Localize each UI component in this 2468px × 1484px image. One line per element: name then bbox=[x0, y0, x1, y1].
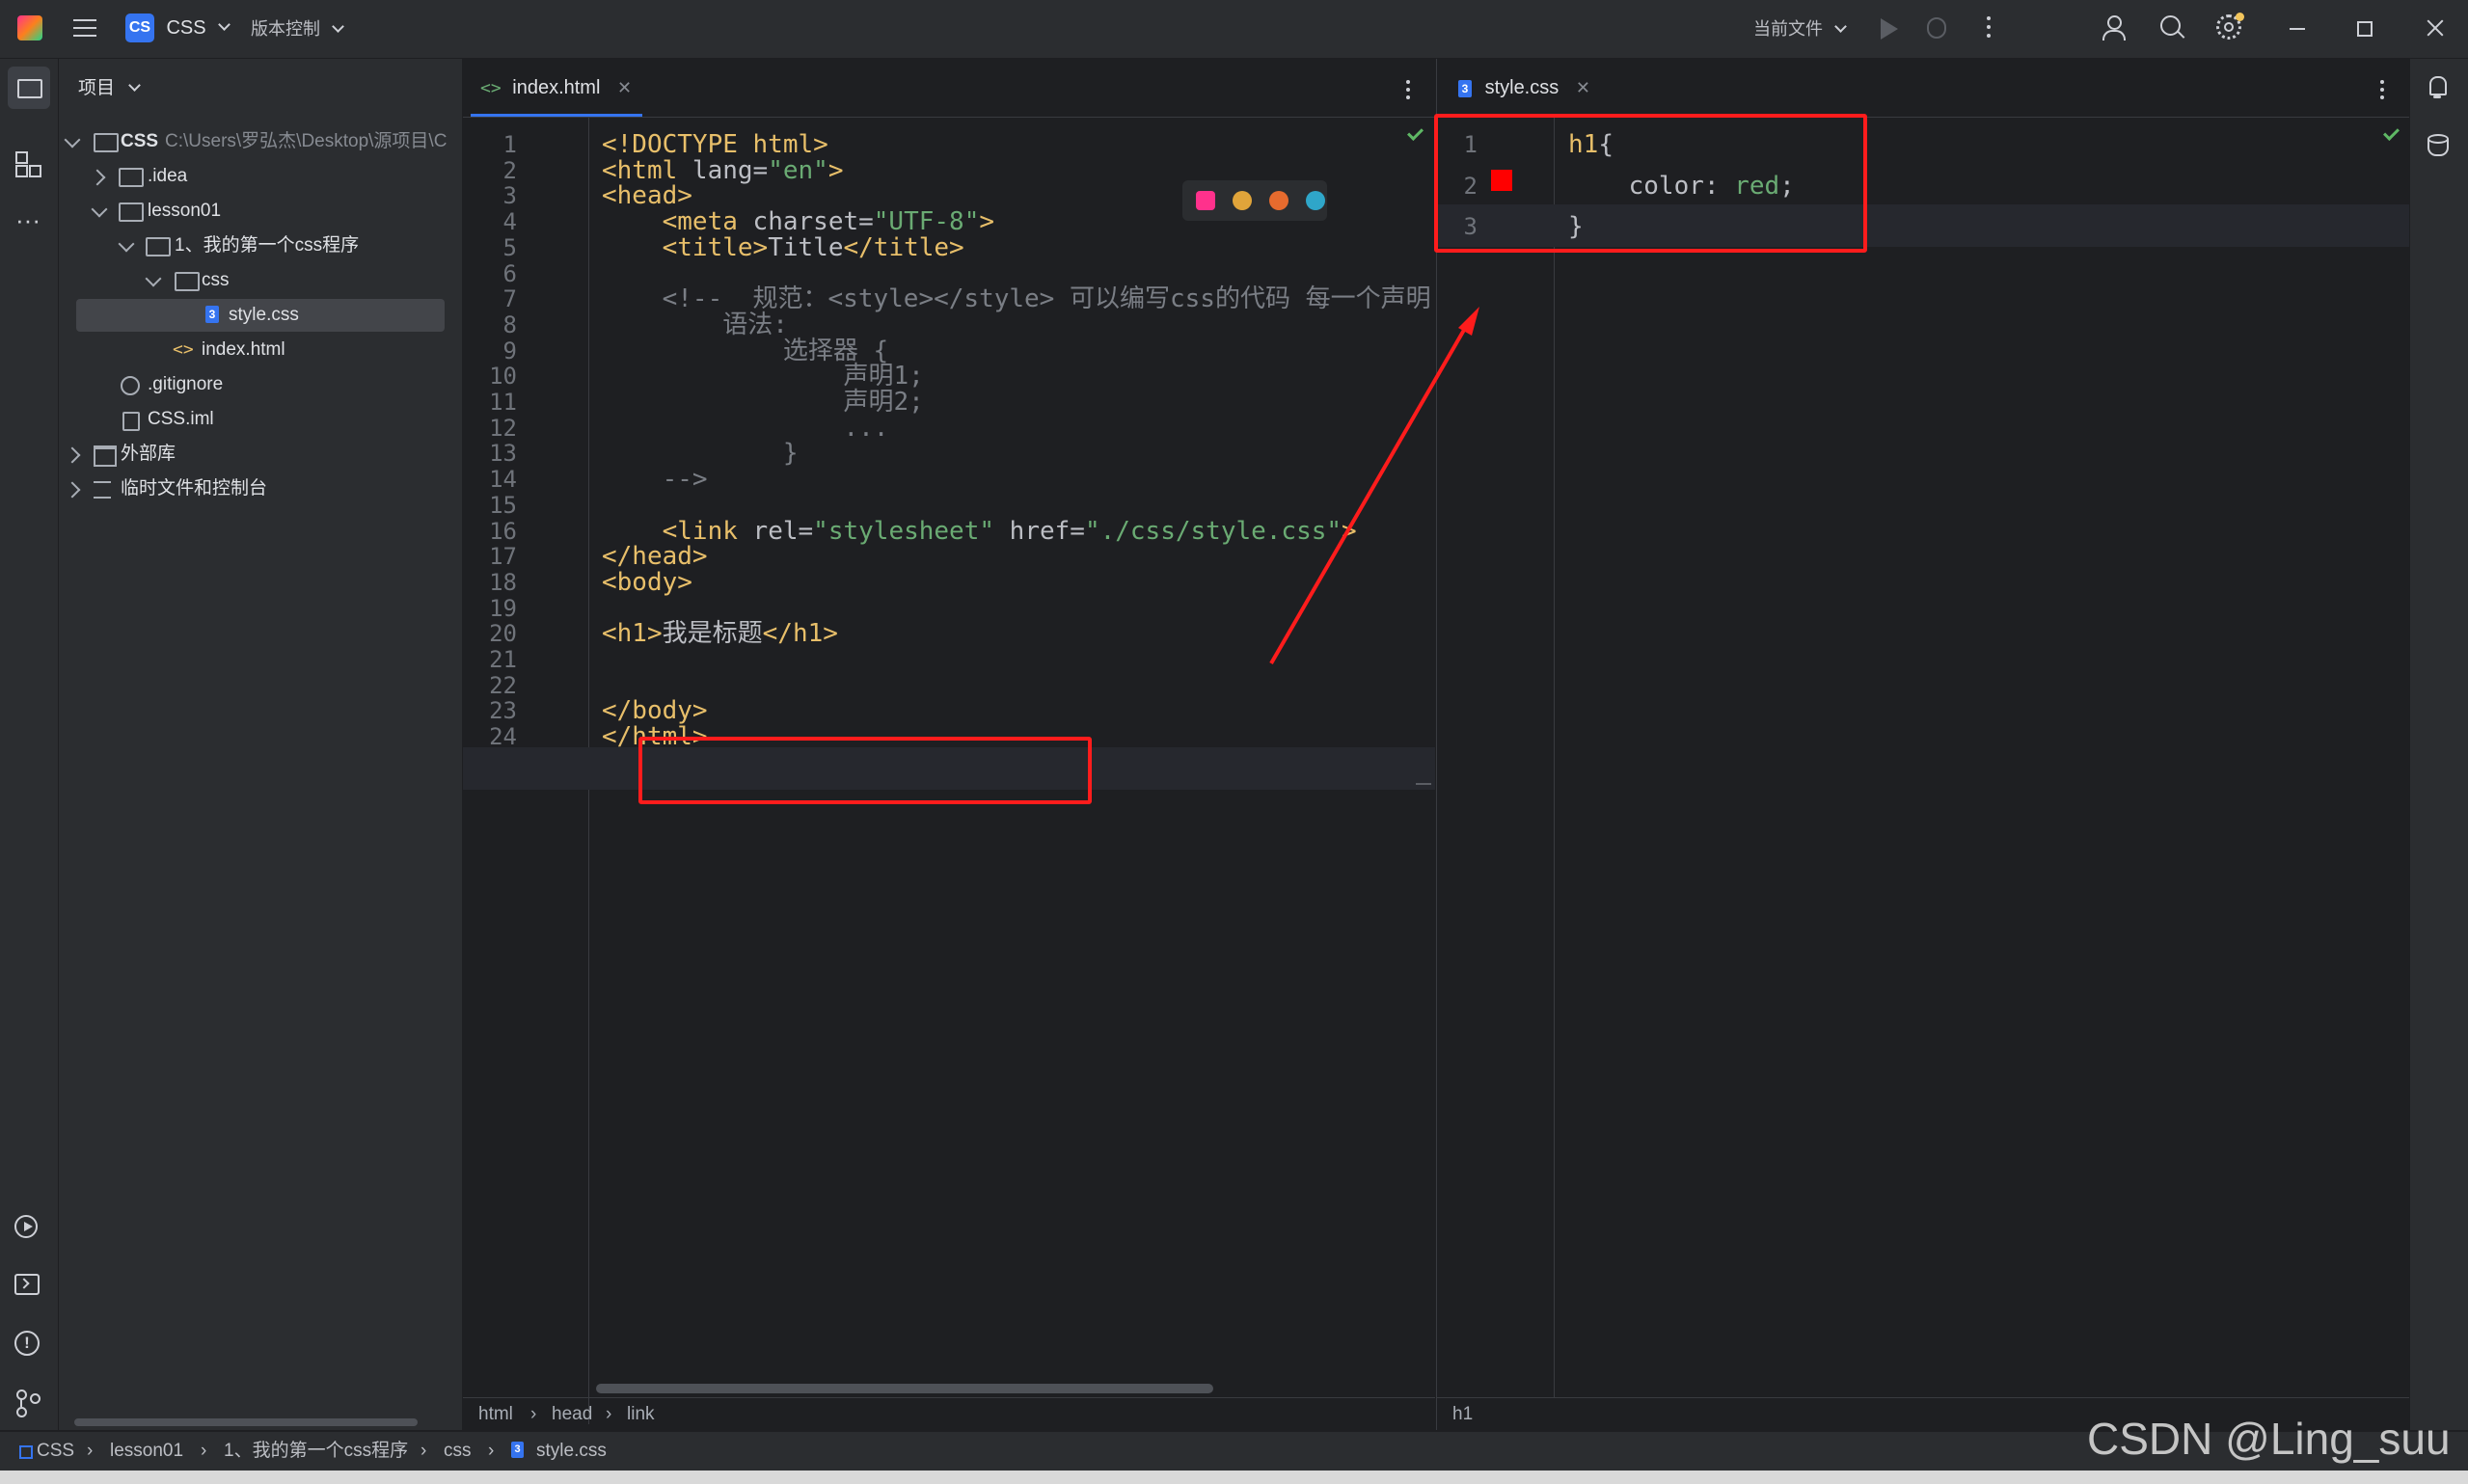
statusbar-path-project[interactable]: CSS bbox=[37, 1432, 74, 1471]
bottom-edge bbox=[0, 1471, 2468, 1484]
path-separator-icon: › bbox=[87, 1441, 94, 1461]
statusbar-path-css[interactable]: css bbox=[444, 1432, 472, 1471]
status-bar: CSS › lesson01 › 1、我的第一个css程序 › css › 3 … bbox=[0, 1414, 2468, 1471]
statusbar-path-file[interactable]: style.css bbox=[536, 1432, 607, 1471]
annotation-arrow-line bbox=[1269, 316, 1473, 665]
css-file-icon: 3 bbox=[511, 1442, 524, 1458]
path-separator-icon: › bbox=[420, 1441, 427, 1461]
module-icon bbox=[19, 1445, 33, 1459]
watermark: CSDN @Ling_suu bbox=[2087, 1414, 2451, 1464]
statusbar-path-lesson[interactable]: lesson01 bbox=[110, 1432, 183, 1471]
path-separator-icon: › bbox=[201, 1441, 207, 1461]
path-separator-icon: › bbox=[488, 1441, 495, 1461]
statusbar-path-program[interactable]: 1、我的第一个css程序 bbox=[224, 1432, 408, 1471]
annotation-arrow bbox=[1269, 307, 1479, 665]
